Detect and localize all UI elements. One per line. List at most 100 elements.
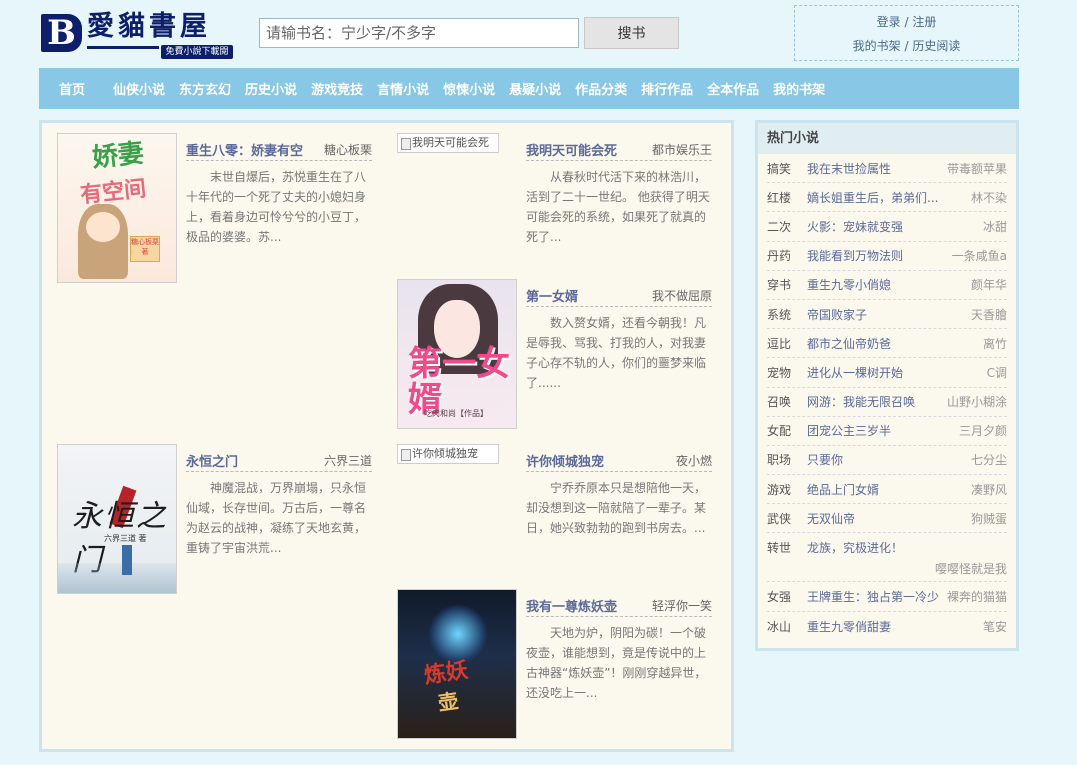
book-cover[interactable]: 炼妖 壶 <box>397 589 517 739</box>
book-card: 许你倾城独宠 许你倾城独宠 夜小燃 宁乔乔原本只是想陪他一天，却没想到这一陪就陪… <box>397 444 715 599</box>
nav-item-completed[interactable]: 全本作品 <box>707 79 759 98</box>
nav-item-bookshelf[interactable]: 我的书架 <box>773 79 825 98</box>
user-box: 登录 / 注册 我的书架 / 历史阅读 <box>794 5 1019 61</box>
novel-author: 林不染 <box>970 190 1007 205</box>
site-logo[interactable]: B 愛貓書屋 免費小說下載閱 <box>41 12 241 62</box>
book-card: 我明天可能会死 我明天可能会死 都市娱乐王 从春秋时代活下来的林浩川，活到了二十… <box>397 133 715 288</box>
nav-item-thriller[interactable]: 惊悚小说 <box>443 79 495 98</box>
book-grid: 娇妻 有空间 糖心板栗著 重生八零：娇妻有空 糖心板栗 末世自爆后，苏悦重生在了… <box>39 120 734 752</box>
book-header: 第一女婿 我不做屈原 <box>526 285 712 307</box>
category: 宠物 <box>767 365 792 380</box>
history-link[interactable]: 历史阅读 <box>912 39 960 53</box>
book-description: 从春秋时代活下来的林浩川，活到了二十一世纪。 他获得了明天可能会死的系统，如果死… <box>526 170 710 244</box>
search-input[interactable] <box>259 18 579 48</box>
cover-sign: 吃肉和尚【作品】 <box>424 409 488 418</box>
book-header: 永恒之门 六界三道 <box>186 450 372 472</box>
novel-title[interactable]: 网游：我能无限召唤 <box>807 393 947 410</box>
novel-author: 颜年华 <box>970 278 1007 293</box>
novel-title[interactable]: 都市之仙帝奶爸 <box>807 335 983 352</box>
category: 武侠 <box>767 511 792 526</box>
book-author: 六界三道 <box>323 454 372 468</box>
separator: / <box>900 15 913 29</box>
nav-item-romance[interactable]: 言情小说 <box>377 79 429 98</box>
cover-title: 壶 <box>436 688 460 716</box>
cover-sign: 糖心板栗著 <box>130 236 160 262</box>
book-title[interactable]: 第一女婿 <box>526 286 578 305</box>
list-item: 宠物 进化从一棵树开始 C调 <box>767 358 1007 388</box>
cover-glow <box>428 604 488 664</box>
book-cover[interactable]: 永恒之门 六界三道 著 <box>57 444 177 594</box>
novel-title[interactable]: 我在末世捡属性 <box>807 160 947 177</box>
novel-author: 带毒额苹果 <box>946 161 1007 176</box>
novel-title[interactable]: 只要你 <box>807 451 971 468</box>
book-header: 重生八零：娇妻有空 糖心板栗 <box>186 139 372 161</box>
nav-item-games[interactable]: 游戏竞技 <box>311 79 363 98</box>
novel-author: 笔安 <box>982 619 1007 634</box>
category: 职场 <box>767 453 792 468</box>
list-item: 职场 只要你 七分尘 <box>767 446 1007 476</box>
book-cover[interactable]: 许你倾城独宠 <box>397 444 499 464</box>
novel-author: 离竹 <box>982 336 1007 351</box>
logo-letter: B <box>41 14 82 52</box>
login-link[interactable]: 登录 <box>877 15 901 29</box>
novel-title[interactable]: 进化从一棵树开始 <box>807 364 987 381</box>
bookshelf-link[interactable]: 我的书架 <box>853 39 901 53</box>
list-item: 召唤 网游：我能无限召唤 山野小糊涂 <box>767 388 1007 417</box>
novel-author: 狗贼蛋 <box>970 511 1007 526</box>
book-card: 娇妻 有空间 糖心板栗著 重生八零：娇妻有空 糖心板栗 末世自爆后，苏悦重生在了… <box>57 133 375 288</box>
category: 召唤 <box>767 395 792 410</box>
book-title[interactable]: 我有一尊炼妖壶 <box>526 596 617 615</box>
register-link[interactable]: 注册 <box>912 15 936 29</box>
book-title[interactable]: 永恒之门 <box>186 451 238 470</box>
book-cover[interactable]: 第一女婿 吃肉和尚【作品】 <box>397 279 517 429</box>
novel-title[interactable]: 重生九零小俏媳 <box>807 276 971 293</box>
novel-author: 嘤嘤怪就是我 <box>934 562 1007 577</box>
list-item: 武侠 无双仙帝 狗贼蛋 <box>767 504 1007 534</box>
book-author: 都市娱乐王 <box>651 143 712 157</box>
novel-author: 天香膾 <box>970 307 1007 322</box>
category: 游戏 <box>767 482 792 497</box>
logo-subtitle: 免費小說下載閱 <box>161 45 233 59</box>
category: 二次 <box>767 219 792 234</box>
novel-title[interactable]: 我能看到万物法则 <box>807 247 952 264</box>
list-item: 转世 龙族，究极进化！ 嘤嘤怪就是我 <box>767 533 1007 583</box>
list-item: 红楼 嫡长姐重生后，弟弟们... 林不染 <box>767 183 1007 213</box>
novel-title[interactable]: 绝品上门女婿 <box>807 481 971 498</box>
cover-title: 有空间 <box>79 175 148 209</box>
nav-item-xianxia[interactable]: 仙侠小说 <box>113 79 165 98</box>
category: 丹药 <box>767 249 792 264</box>
novel-author: 凑野风 <box>970 482 1007 497</box>
list-item: 逗比 都市之仙帝奶爸 离竹 <box>767 329 1007 359</box>
book-title[interactable]: 许你倾城独宠 <box>526 451 604 470</box>
novel-author: 裸奔的猫猫 <box>946 590 1007 605</box>
list-item: 二次 火影：宠妹就变强 冰甜 <box>767 212 1007 242</box>
novel-title[interactable]: 火影：宠妹就变强 <box>807 218 983 235</box>
cover-figure <box>122 545 132 575</box>
book-title[interactable]: 我明天可能会死 <box>526 140 617 159</box>
hot-novels-panel: 热门小说 搞笑 我在末世捡属性 带毒额苹果 红楼 嫡长姐重生后，弟弟们... 林不染 二… <box>755 120 1019 651</box>
novel-title[interactable]: 王牌重生：独占第一冷少 <box>807 588 947 605</box>
novel-title[interactable]: 重生九零俏甜妻 <box>807 618 983 635</box>
search-button[interactable]: 搜书 <box>584 17 679 49</box>
book-title[interactable]: 重生八零：娇妻有空 <box>186 140 303 159</box>
novel-author: 三月夕颜 <box>958 424 1007 439</box>
cover-title: 炼妖 <box>422 657 470 689</box>
nav-item-home[interactable]: 首页 <box>59 79 85 98</box>
nav-item-mystery[interactable]: 悬疑小说 <box>509 79 561 98</box>
novel-title[interactable]: 团宠公主三岁半 <box>807 422 959 439</box>
novel-title[interactable]: 无双仙帝 <box>807 510 971 527</box>
nav-item-xuanhuan[interactable]: 东方玄幻 <box>179 79 231 98</box>
nav-item-categories[interactable]: 作品分类 <box>575 79 627 98</box>
nav-item-rankings[interactable]: 排行作品 <box>641 79 693 98</box>
novel-author: 一条咸鱼a <box>951 249 1007 264</box>
category: 红楼 <box>767 190 792 205</box>
novel-title[interactable]: 嫡长姐重生后，弟弟们... <box>807 189 971 206</box>
nav-item-history[interactable]: 历史小说 <box>245 79 297 98</box>
book-cover[interactable]: 娇妻 有空间 糖心板栗著 <box>57 133 177 283</box>
book-cover[interactable]: 我明天可能会死 <box>397 133 499 153</box>
category: 女配 <box>767 424 792 439</box>
category: 转世 <box>767 541 792 556</box>
logo-title: 愛貓書屋 <box>87 11 211 42</box>
novel-title[interactable]: 龙族，究极进化！ <box>807 539 1007 556</box>
novel-title[interactable]: 帝国败家子 <box>807 306 971 323</box>
